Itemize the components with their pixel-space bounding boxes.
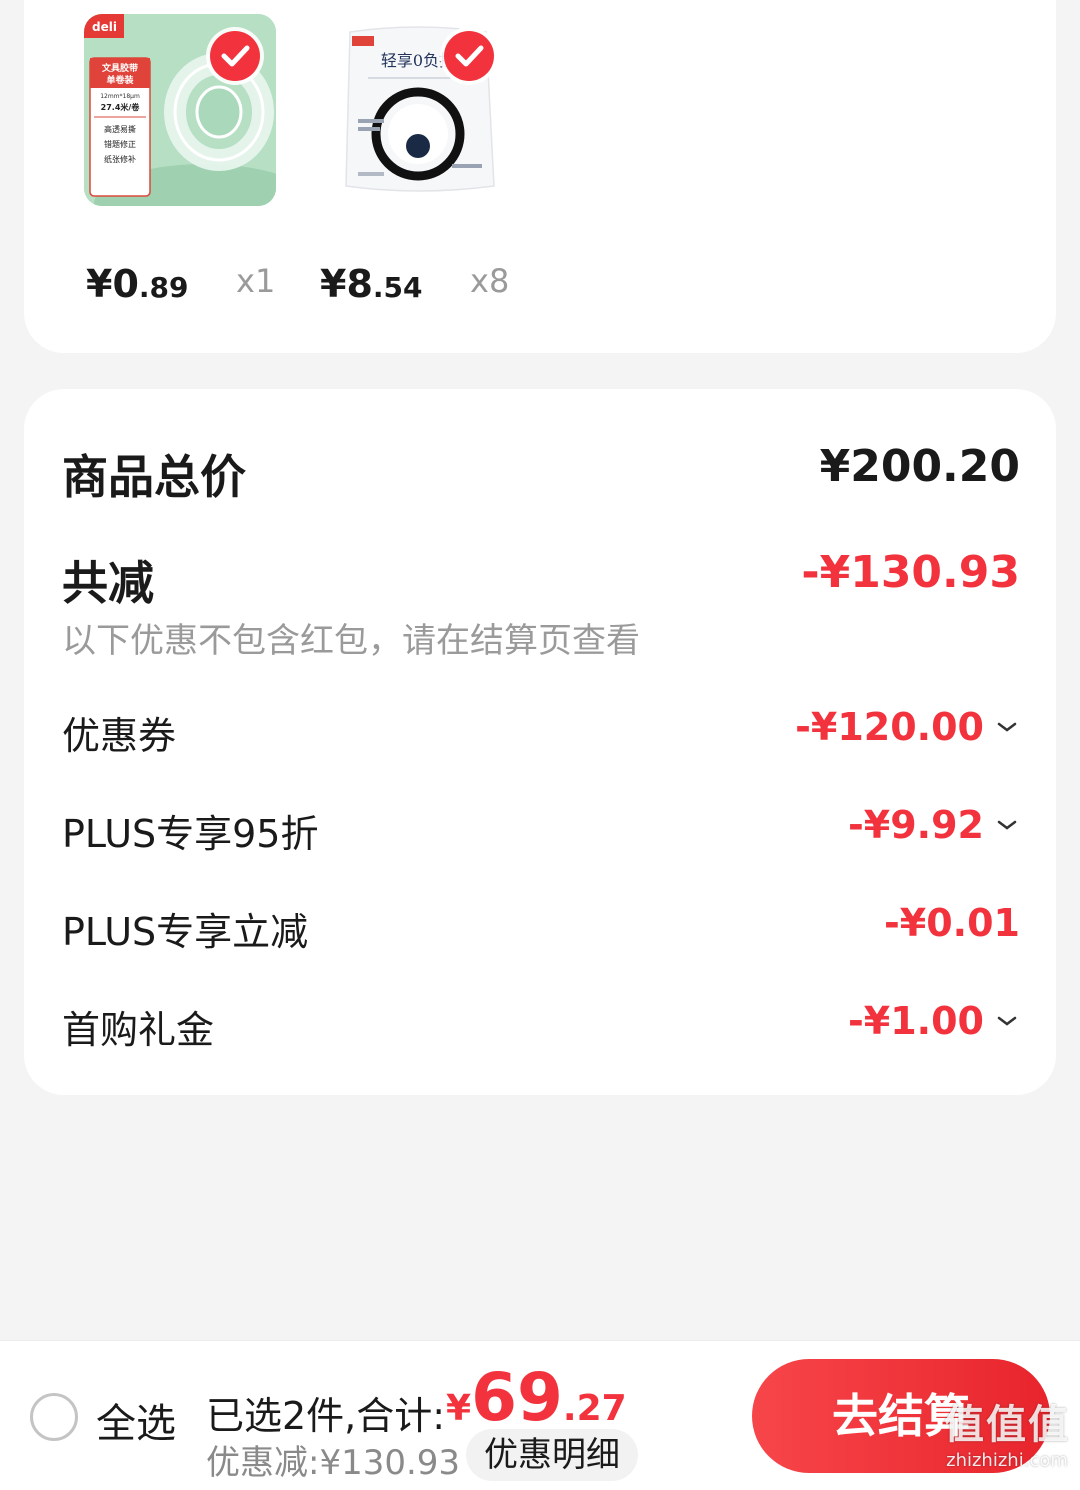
discount-item-coupon[interactable]: 优惠券 -¥120.00 bbox=[62, 705, 1020, 759]
discount-item-value[interactable]: -¥9.92 bbox=[848, 803, 1020, 847]
product-quantity: x8 bbox=[470, 262, 510, 300]
discount-item-plus-instant: PLUS专享立减 -¥0.01 bbox=[62, 901, 1020, 955]
discount-total-row: 共减 -¥130.93 bbox=[62, 547, 1020, 610]
select-all-radio[interactable] bbox=[30, 1393, 78, 1441]
product-quantity: x1 bbox=[236, 262, 276, 300]
discount-item-first-purchase[interactable]: 首购礼金 -¥1.00 bbox=[62, 999, 1020, 1053]
svg-text:文具胶带: 文具胶带 bbox=[101, 62, 138, 74]
discount-note-row: 以下优惠不包含红包，请在结算页查看 bbox=[62, 613, 1020, 661]
discount-item-plus-95[interactable]: PLUS专享95折 -¥9.92 bbox=[62, 803, 1020, 857]
total-price-row: 商品总价 ¥200.20 bbox=[62, 441, 1020, 504]
product-price: ¥8.54 bbox=[320, 262, 423, 306]
brand-logo-text: deli bbox=[92, 20, 117, 34]
product-checked-icon[interactable] bbox=[444, 31, 494, 81]
discount-note: 以下优惠不包含红包，请在结算页查看 bbox=[62, 621, 640, 661]
watermark: 值值值 zhizhizhi.com bbox=[944, 1402, 1070, 1471]
discount-item-label: 优惠券 bbox=[62, 714, 177, 758]
saved-amount: 优惠减:¥130.93 bbox=[206, 1443, 461, 1483]
selected-total-price: ¥69.27 bbox=[446, 1359, 627, 1436]
chevron-down-icon[interactable] bbox=[996, 818, 1018, 832]
discount-item-value[interactable]: -¥1.00 bbox=[848, 999, 1020, 1043]
discount-detail-button[interactable]: 优惠明细 bbox=[466, 1429, 638, 1481]
discount-item-label: PLUS专享立减 bbox=[62, 910, 309, 954]
product-price: ¥0.89 bbox=[86, 262, 189, 306]
select-all-label[interactable]: 全选 bbox=[96, 1391, 176, 1449]
svg-text:纸张修补: 纸张修补 bbox=[104, 154, 136, 164]
svg-text:高透易撕: 高透易撕 bbox=[104, 124, 136, 134]
svg-text:错题修正: 错题修正 bbox=[104, 139, 136, 149]
price-summary-card: 商品总价 ¥200.20 共减 -¥130.93 以下优惠不包含红包，请在结算页… bbox=[24, 389, 1056, 1095]
svg-text:12mm*18μm: 12mm*18μm bbox=[100, 93, 140, 100]
svg-text:27.4米/卷: 27.4米/卷 bbox=[101, 102, 141, 112]
total-price-value: ¥200.20 bbox=[819, 441, 1020, 492]
chevron-down-icon[interactable] bbox=[996, 1014, 1018, 1028]
discount-item-label: 首购礼金 bbox=[62, 1008, 215, 1052]
discount-item-value: -¥0.01 bbox=[884, 901, 1020, 945]
discount-total-value: -¥130.93 bbox=[801, 547, 1020, 598]
discount-total-label: 共减 bbox=[62, 556, 154, 610]
total-price-label: 商品总价 bbox=[62, 450, 246, 504]
discount-item-label: PLUS专享95折 bbox=[62, 812, 319, 856]
checkout-bar: 全选 已选2件,合计: ¥69.27 优惠减:¥130.93 优惠明细 去结算 bbox=[0, 1340, 1080, 1490]
product-checked-icon[interactable] bbox=[210, 31, 260, 81]
svg-text:单卷装: 单卷装 bbox=[106, 74, 134, 86]
discount-item-value[interactable]: -¥120.00 bbox=[795, 705, 1020, 749]
selected-total-label: 已选2件,合计: bbox=[206, 1394, 446, 1438]
chevron-down-icon[interactable] bbox=[996, 720, 1018, 734]
